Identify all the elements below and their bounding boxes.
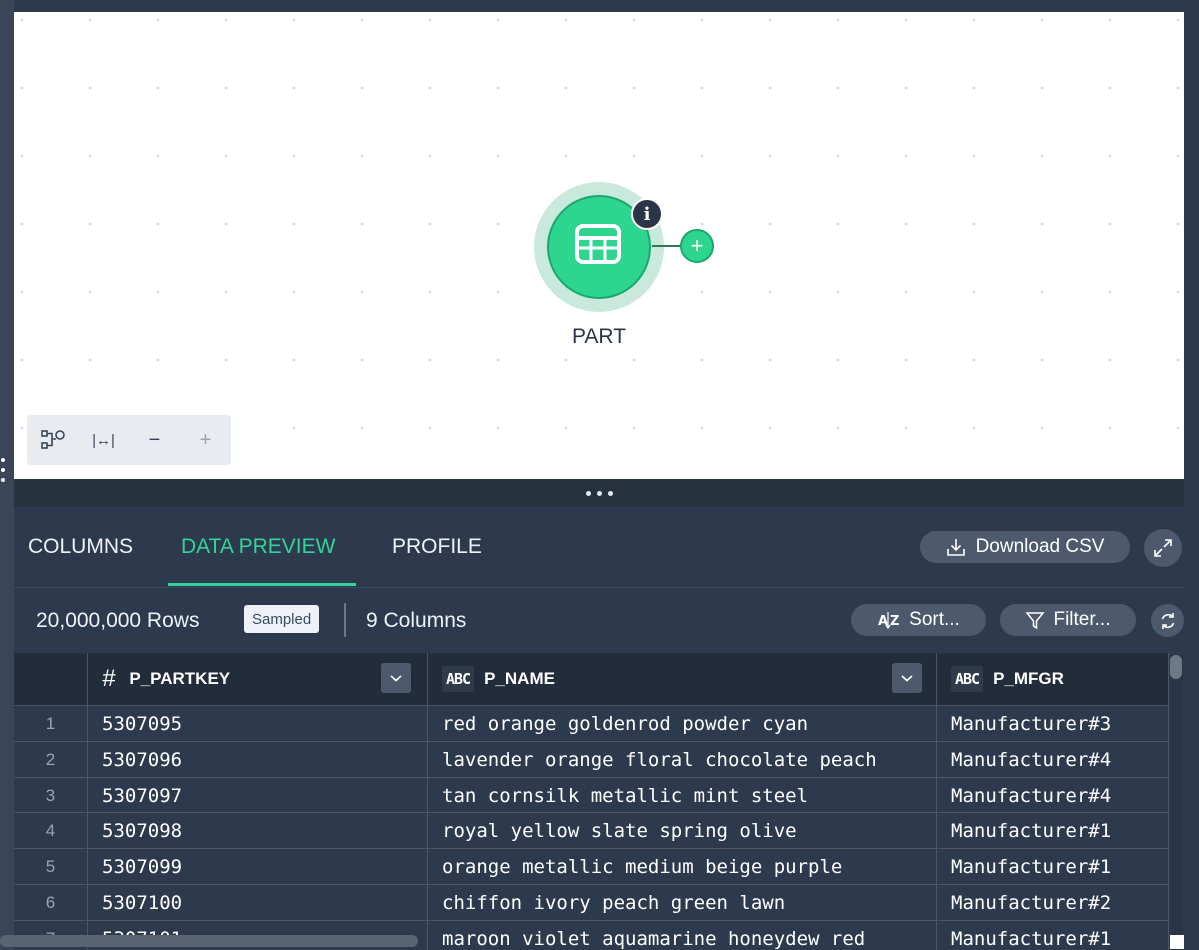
data-panel: COLUMNS DATA PREVIEW PROFILE Download CS… bbox=[14, 507, 1199, 950]
table-row[interactable]: 1 5307095 red orange goldenrod powder cy… bbox=[14, 705, 1169, 741]
cell-p-partkey[interactable]: 5307096 bbox=[102, 749, 182, 771]
data-preview-table: # P_PARTKEY ABC P_NAME ABC P_MFGR 1 5307… bbox=[14, 653, 1169, 950]
add-step-button[interactable]: + bbox=[680, 229, 714, 263]
column-divider bbox=[1168, 653, 1169, 950]
table-row[interactable]: 5 5307099 orange metallic medium beige p… bbox=[14, 848, 1169, 884]
cell-p-mfgr[interactable]: Manufacturer#4 bbox=[951, 785, 1111, 807]
row-number: 2 bbox=[45, 750, 56, 769]
canvas-zoom-controls: |↔| − + bbox=[27, 415, 231, 465]
column-menu-button[interactable] bbox=[381, 663, 411, 693]
cell-p-name[interactable]: chiffon ivory peach green lawn bbox=[442, 892, 785, 914]
column-divider bbox=[936, 653, 937, 950]
cell-p-partkey[interactable]: 5307099 bbox=[102, 856, 182, 878]
column-name: P_MFGR bbox=[993, 669, 1064, 688]
cell-p-partkey[interactable]: 5307095 bbox=[102, 713, 182, 735]
row-number: 6 bbox=[45, 893, 56, 912]
table-row[interactable]: 6 5307100 chiffon ivory peach green lawn… bbox=[14, 884, 1169, 920]
cell-p-name[interactable]: royal yellow slate spring olive bbox=[442, 820, 797, 842]
cell-p-name[interactable]: lavender orange floral chocolate peach bbox=[442, 749, 877, 771]
column-header-p-partkey[interactable]: # P_PARTKEY bbox=[102, 653, 230, 705]
tab-data-preview[interactable]: DATA PREVIEW bbox=[181, 535, 335, 559]
cell-p-name[interactable]: red orange goldenrod powder cyan bbox=[442, 713, 808, 735]
row-number: 1 bbox=[45, 714, 56, 733]
download-csv-label: Download CSV bbox=[975, 536, 1105, 557]
panel-tabs: COLUMNS DATA PREVIEW PROFILE Download CS… bbox=[14, 507, 1184, 588]
cell-p-partkey[interactable]: 5307100 bbox=[102, 892, 182, 914]
column-header-p-mfgr[interactable]: ABC P_MFGR bbox=[951, 653, 1064, 705]
expand-panel-button[interactable] bbox=[1144, 529, 1182, 567]
filter-label: Filter... bbox=[1053, 609, 1111, 630]
vertical-scrollbar-track[interactable] bbox=[1171, 655, 1183, 950]
row-number: 3 bbox=[45, 786, 56, 805]
row-number: 4 bbox=[45, 821, 56, 840]
column-divider bbox=[87, 653, 88, 950]
scrollbar-corner bbox=[1170, 935, 1184, 949]
download-csv-button[interactable]: Download CSV bbox=[920, 531, 1130, 563]
cell-p-mfgr[interactable]: Manufacturer#3 bbox=[951, 713, 1111, 735]
column-divider bbox=[427, 653, 428, 950]
tab-columns[interactable]: COLUMNS bbox=[28, 535, 133, 559]
column-name: P_PARTKEY bbox=[129, 669, 231, 688]
cell-p-name[interactable]: maroon violet aquamarine honeydew red bbox=[442, 928, 865, 950]
svg-text:Z: Z bbox=[890, 614, 899, 629]
node-connector-line bbox=[652, 245, 682, 247]
sort-label: Sort... bbox=[909, 609, 960, 630]
auto-layout-button[interactable] bbox=[27, 415, 78, 465]
tab-profile[interactable]: PROFILE bbox=[392, 535, 482, 559]
cell-p-mfgr[interactable]: Manufacturer#1 bbox=[951, 820, 1111, 842]
column-header-p-name[interactable]: ABC P_NAME bbox=[442, 653, 555, 705]
zoom-out-button[interactable]: − bbox=[129, 415, 180, 465]
filter-icon bbox=[1025, 612, 1046, 630]
string-type-icon: ABC bbox=[442, 666, 475, 692]
info-icon[interactable]: i bbox=[631, 198, 663, 230]
zoom-in-button[interactable]: + bbox=[180, 415, 231, 465]
cell-p-name[interactable]: tan cornsilk metallic mint steel bbox=[442, 785, 808, 807]
row-count: 20,000,000 Rows bbox=[36, 609, 200, 632]
cell-p-partkey[interactable]: 5307097 bbox=[102, 785, 182, 807]
vertical-scrollbar-thumb[interactable] bbox=[1170, 655, 1182, 679]
panel-resize-handle[interactable] bbox=[14, 479, 1184, 507]
table-icon bbox=[575, 224, 621, 264]
table-header: # P_PARTKEY ABC P_NAME ABC P_MFGR bbox=[14, 653, 1169, 705]
stats-bar: 20,000,000 Rows Sampled 9 Columns A Z So… bbox=[14, 587, 1184, 653]
stats-divider bbox=[344, 603, 346, 637]
cell-p-mfgr[interactable]: Manufacturer#2 bbox=[951, 892, 1111, 914]
string-type-icon: ABC bbox=[951, 666, 984, 692]
sort-button[interactable]: A Z Sort... bbox=[851, 604, 986, 636]
cell-p-partkey[interactable]: 5307098 bbox=[102, 820, 182, 842]
refresh-icon bbox=[1161, 612, 1174, 629]
horizontal-scrollbar-thumb[interactable] bbox=[0, 935, 418, 947]
table-row[interactable]: 2 5307096 lavender orange floral chocola… bbox=[14, 741, 1169, 777]
side-panel-handle[interactable] bbox=[0, 458, 6, 498]
column-menu-button[interactable] bbox=[892, 663, 922, 693]
cell-p-mfgr[interactable]: Manufacturer#4 bbox=[951, 749, 1111, 771]
expand-icon bbox=[1154, 539, 1172, 557]
column-name: P_NAME bbox=[484, 669, 555, 688]
table-row[interactable]: 3 5307097 tan cornsilk metallic mint ste… bbox=[14, 777, 1169, 813]
chevron-down-icon bbox=[390, 675, 402, 682]
chevron-down-icon bbox=[901, 675, 913, 682]
row-number: 5 bbox=[45, 857, 56, 876]
sampled-badge: Sampled bbox=[244, 605, 320, 633]
number-type-icon: # bbox=[102, 665, 116, 692]
column-count: 9 Columns bbox=[366, 609, 467, 632]
sort-az-icon: A Z bbox=[878, 612, 900, 630]
refresh-button[interactable] bbox=[1151, 604, 1184, 637]
node-label: PART bbox=[571, 325, 627, 348]
cell-p-name[interactable]: orange metallic medium beige purple bbox=[442, 856, 842, 878]
fit-to-screen-button[interactable]: |↔| bbox=[78, 415, 129, 465]
active-tab-indicator bbox=[168, 583, 356, 586]
table-row[interactable]: 4 5307098 royal yellow slate spring oliv… bbox=[14, 812, 1169, 848]
filter-button[interactable]: Filter... bbox=[1000, 604, 1136, 636]
layout-icon bbox=[40, 430, 65, 449]
cell-p-mfgr[interactable]: Manufacturer#1 bbox=[951, 856, 1111, 878]
cell-p-mfgr[interactable]: Manufacturer#1 bbox=[951, 928, 1111, 950]
flow-canvas[interactable]: i + PART |↔| − + bbox=[14, 12, 1184, 479]
download-icon bbox=[946, 539, 965, 556]
